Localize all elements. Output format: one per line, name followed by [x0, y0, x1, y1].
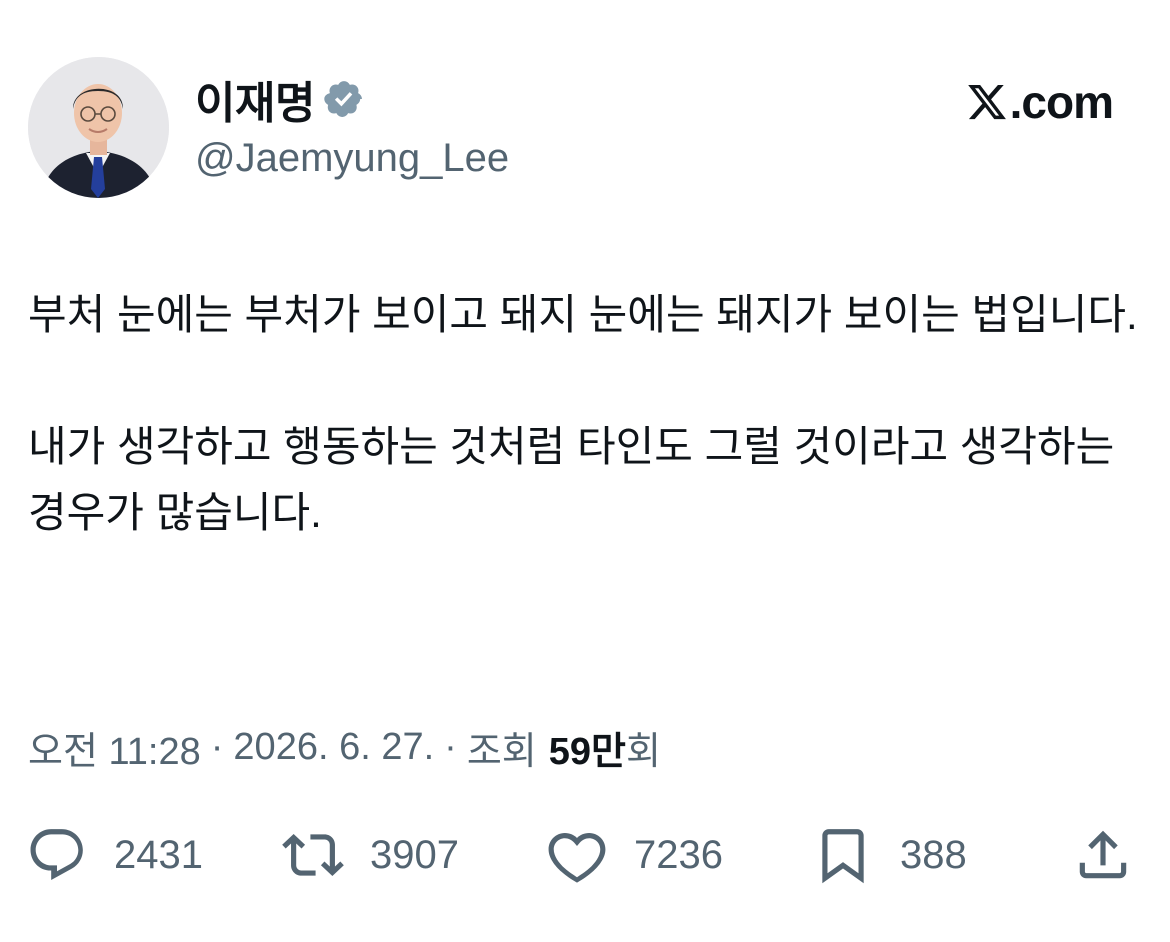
reply-icon: [30, 829, 83, 881]
post-paragraph-2: 내가 생각하고 행동하는 것처럼 타인도 그럴 것이라고 생각하는 경우가 많습…: [28, 423, 1115, 536]
repost-icon: [282, 834, 344, 876]
like-button[interactable]: 7236: [546, 820, 723, 890]
views-suffix: 회: [625, 730, 661, 773]
profile-photo: [28, 57, 169, 198]
logo-text: .com: [1009, 76, 1114, 128]
views-count: 59만: [548, 730, 626, 773]
share-icon: [1079, 830, 1127, 879]
post-paragraph-1: 부처 눈에는 부처가 보이고 돼지 눈에는 돼지가 보이는 법입니다.: [28, 291, 1138, 338]
action-bar: 2431 3907 7236 388: [0, 820, 1170, 890]
repost-count: 3907: [370, 832, 459, 877]
bookmark-count: 388: [900, 832, 967, 877]
x-com-logo: .com: [966, 76, 1114, 128]
author-name-row: 이재명: [195, 72, 365, 128]
reply-count: 2431: [114, 832, 203, 877]
repost-button[interactable]: 3907: [282, 820, 459, 890]
author-handle[interactable]: @Jaemyung_Lee: [195, 136, 509, 181]
x-logo-icon: [967, 84, 1006, 120]
post-date[interactable]: 2026. 6. 27.: [233, 726, 434, 769]
meta-separator: ·: [444, 725, 457, 768]
bookmark-button[interactable]: 388: [812, 820, 967, 890]
author-avatar[interactable]: [28, 57, 169, 198]
reply-button[interactable]: 2431: [26, 820, 203, 890]
verified-badge-icon[interactable]: [323, 78, 365, 120]
heart-icon: [548, 833, 606, 883]
like-count: 7236: [634, 832, 723, 877]
meta-separator: ·: [210, 725, 224, 768]
share-button[interactable]: [1072, 820, 1134, 890]
post-text: 부처 눈에는 부처가 보이고 돼지 눈에는 돼지가 보이는 법입니다. 내가 생…: [28, 282, 1148, 546]
bookmark-icon: [822, 829, 864, 884]
post-meta: 오전 11:28 · 2026. 6. 27. · 조회 59만 회: [28, 720, 661, 775]
views-label: 조회: [466, 730, 537, 773]
post-time[interactable]: 오전 11:28: [28, 720, 201, 775]
author-name[interactable]: 이재명: [195, 67, 315, 131]
